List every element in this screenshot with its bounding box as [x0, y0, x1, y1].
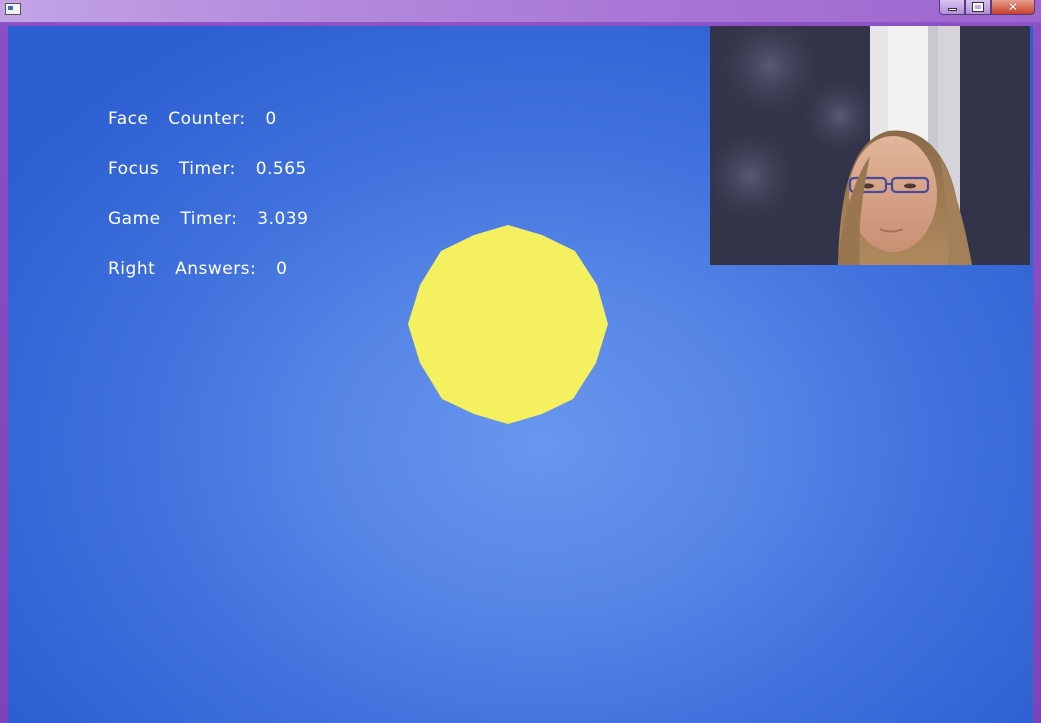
app-window: ✕ Face Counter: 0 Focus Timer: 0.565 Gam… [0, 0, 1041, 723]
yellow-target-shape[interactable] [408, 225, 608, 425]
game-timer-label: Game Timer: 3.039 [108, 209, 309, 229]
minimize-icon [947, 7, 957, 11]
close-button[interactable]: ✕ [991, 0, 1035, 15]
maximize-icon [972, 2, 984, 12]
webcam-image [710, 26, 1030, 265]
app-icon[interactable] [5, 3, 21, 15]
webcam-preview [710, 26, 1030, 265]
target-polygon[interactable] [408, 225, 608, 424]
close-icon: ✕ [1007, 0, 1019, 14]
game-canvas[interactable]: Face Counter: 0 Focus Timer: 0.565 Game … [8, 26, 1033, 723]
window-controls: ✕ [939, 0, 1035, 16]
face-counter-label: Face Counter: 0 [108, 109, 277, 129]
title-bar[interactable]: ✕ [0, 0, 1041, 22]
focus-timer-label: Focus Timer: 0.565 [108, 159, 307, 179]
minimize-button[interactable] [939, 0, 965, 15]
maximize-button[interactable] [965, 0, 991, 15]
right-answers-label: Right Answers: 0 [108, 259, 288, 279]
